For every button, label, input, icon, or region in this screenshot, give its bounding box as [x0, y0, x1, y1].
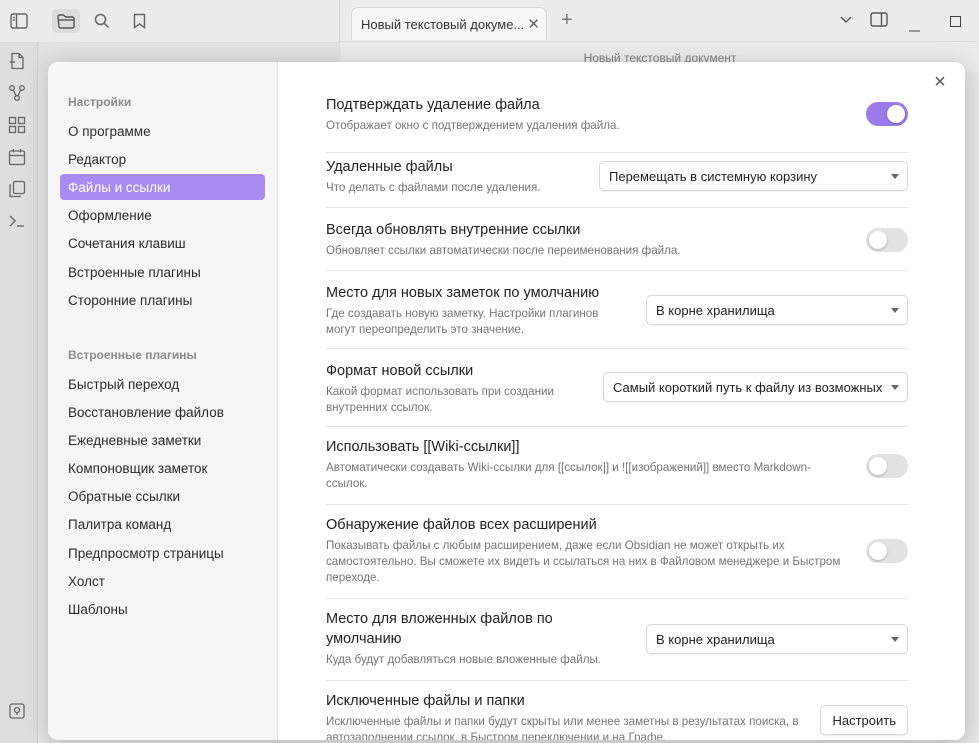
folder-icon[interactable]	[52, 9, 80, 33]
setting-name: Использовать [[Wiki-ссылки]]	[326, 439, 520, 455]
toggle-knob	[869, 542, 887, 560]
sidebar-item-appearance[interactable]: Оформление	[60, 202, 265, 228]
select-value: В корне хранилища	[656, 631, 775, 647]
title-bar: Новый текстовый докуме... ✕ +	[0, 0, 979, 42]
setting-desc: Исключенные файлы и папки будут скрыты и…	[326, 715, 799, 740]
sidebar-item-page-preview[interactable]: Предпросмотр страницы	[60, 540, 265, 566]
setting-new-note-location: Место для новых заметок по умолчанию Где…	[326, 271, 908, 349]
settings-modal: Настройки О программе Редактор Файлы и с…	[48, 62, 965, 740]
new-tab-button[interactable]: +	[561, 9, 573, 32]
tab-document[interactable]: Новый текстовый докуме... ✕	[351, 7, 547, 40]
setting-confirm-delete: Подтверждать удаление файла Отображает о…	[326, 95, 908, 153]
select-value: Перемещать в системную корзину	[609, 168, 818, 184]
sidebar-item-quick-switcher[interactable]: Быстрый переход	[60, 371, 265, 397]
setting-update-links: Всегда обновлять внутренние ссылки Обнов…	[326, 208, 908, 271]
settings-sidebar: Настройки О программе Редактор Файлы и с…	[48, 62, 278, 740]
sidebar-item-file-recovery[interactable]: Восстановление файлов	[60, 399, 265, 425]
new-note-location-select[interactable]: В корне хранилища	[646, 295, 908, 325]
caret-down-icon	[891, 637, 899, 642]
setting-desc: Отображает окно с подтверждением удалени…	[326, 119, 620, 132]
tab-title: Новый текстовый докуме...	[361, 16, 525, 32]
link-format-select[interactable]: Самый короткий путь к файлу из возможных	[603, 372, 908, 402]
select-value: Самый короткий путь к файлу из возможных	[613, 379, 883, 395]
deleted-files-select[interactable]: Перемещать в системную корзину	[599, 161, 908, 191]
select-value: В корне хранилища	[656, 302, 775, 318]
setting-excluded-files: Исключенные файлы и папки Исключенные фа…	[326, 681, 908, 740]
setting-desc: Автоматически создавать Wiki-ссылки для …	[326, 461, 811, 490]
confirm-delete-toggle[interactable]	[866, 102, 908, 126]
right-sidebar-toggle-icon[interactable]	[870, 12, 888, 30]
sidebar-item-command-palette[interactable]: Палитра команд	[60, 511, 265, 537]
caret-down-icon	[891, 385, 899, 390]
setting-name: Обнаружение файлов всех расширений	[326, 517, 597, 533]
setting-desc: Где создавать новую заметку. Настройки п…	[326, 307, 599, 336]
sidebar-item-note-composer[interactable]: Компоновщик заметок	[60, 455, 265, 481]
attachment-location-select[interactable]: В корне хранилища	[646, 624, 908, 654]
close-icon[interactable]: ×	[929, 71, 951, 93]
sidebar-item-core-plugins[interactable]: Встроенные плагины	[60, 259, 265, 285]
setting-desc: Куда будут добавляться новые вложенные ф…	[326, 653, 602, 666]
setting-all-extensions: Обнаружение файлов всех расширений Показ…	[326, 505, 908, 599]
sidebar-toggle-icon[interactable]	[6, 9, 32, 33]
settings-content: × Подтверждать удаление файла Отображает…	[279, 62, 965, 740]
setting-name: Место для вложенных файлов по умолчанию	[326, 611, 553, 647]
setting-name: Подтверждать удаление файла	[326, 97, 540, 113]
wiki-links-toggle[interactable]	[866, 454, 908, 478]
sidebar-item-backlinks[interactable]: Обратные ссылки	[60, 483, 265, 509]
search-icon[interactable]	[89, 9, 115, 33]
setting-wiki-links: Использовать [[Wiki-ссылки]] Автоматичес…	[326, 427, 908, 505]
sidebar-heading-settings: Настройки	[68, 95, 132, 109]
setting-attachment-location: Место для вложенных файлов по умолчанию …	[326, 599, 908, 681]
sidebar-item-canvas[interactable]: Холст	[60, 568, 265, 594]
tab-close-icon[interactable]: ✕	[527, 15, 540, 33]
left-pane-header	[0, 0, 340, 42]
bookmark-icon[interactable]	[126, 9, 152, 33]
configure-button[interactable]: Настроить	[820, 705, 908, 735]
setting-desc: Какой формат использовать при создании в…	[326, 385, 554, 414]
sidebar-item-files-links[interactable]: Файлы и ссылки	[60, 174, 265, 200]
sidebar-item-editor[interactable]: Редактор	[60, 146, 265, 172]
sidebar-heading-plugins: Встроенные плагины	[68, 348, 197, 362]
caret-down-icon	[891, 308, 899, 313]
sidebar-item-templates[interactable]: Шаблоны	[60, 596, 265, 622]
sidebar-item-hotkeys[interactable]: Сочетания клавиш	[60, 230, 265, 256]
toggle-knob	[869, 457, 887, 475]
setting-link-format: Формат новой ссылки Какой формат использ…	[326, 349, 908, 427]
setting-desc: Что делать с файлами после удаления.	[326, 181, 541, 194]
caret-down-icon	[891, 174, 899, 179]
chevron-down-icon[interactable]	[840, 11, 852, 27]
sidebar-item-about[interactable]: О программе	[60, 118, 265, 144]
toggle-knob	[887, 105, 905, 123]
sidebar-item-daily-notes[interactable]: Ежедневные заметки	[60, 427, 265, 453]
setting-desc: Показывать файлы с любым расширением, да…	[326, 539, 841, 584]
setting-name: Всегда обновлять внутренние ссылки	[326, 222, 581, 238]
toggle-knob	[869, 231, 887, 249]
all-extensions-toggle[interactable]	[866, 539, 908, 563]
maximize-icon[interactable]	[950, 14, 961, 30]
setting-desc: Обновляет ссылки автоматически после пер…	[326, 244, 681, 257]
update-links-toggle[interactable]	[866, 228, 908, 252]
minimize-icon[interactable]	[909, 19, 920, 35]
sidebar-item-community-plugins[interactable]: Сторонние плагины	[60, 287, 265, 313]
setting-deleted-files: Удаленные файлы Что делать с файлами пос…	[326, 153, 908, 208]
